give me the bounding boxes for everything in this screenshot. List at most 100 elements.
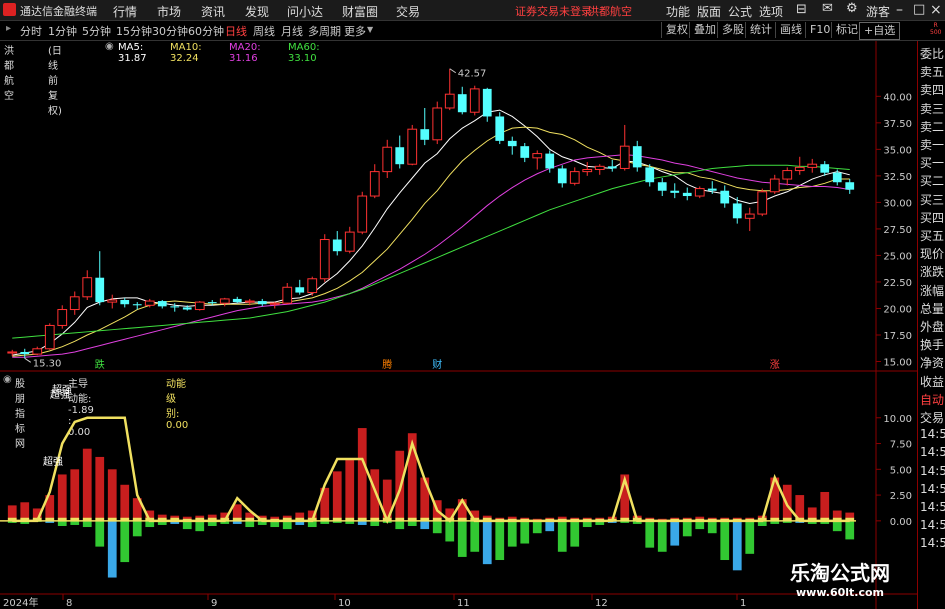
momentum-bar-red [357,428,367,521]
momentum-bar-green [570,520,580,547]
momentum-bar-green [57,520,67,526]
side-panel-label: 外盘 [920,320,945,334]
watermark-text: 乐淘公式网 [790,561,890,585]
candle-body [469,88,480,113]
stock-chart[interactable]: 40.00 37.50 35.00 32.50 30.00 27.50 25.00 22.50… [0,0,945,609]
side-panel-label: 涨跌 [920,265,945,280]
x-tick-label: 9 [211,598,217,609]
candle-body [32,348,43,355]
momentum-bar-green [395,520,405,530]
high-price-label: 42.57 [458,69,487,80]
candle-body [395,147,405,165]
candle-body [607,166,617,169]
y-tick-label: 17.50 [883,331,912,342]
candle-body [282,286,293,304]
side-panel-label[interactable]: 14:56 [920,536,945,550]
candle-body [82,277,93,298]
candle-body [720,190,730,204]
momentum-bar-red [107,469,117,521]
momentum-bar-red [120,484,130,521]
momentum-bar-red [345,459,355,521]
side-panel-label[interactable]: 14:56 [920,482,945,496]
quote-side-panel: 委比 卖五 卖四 卖三 卖二 卖一 买一 买二 买三 买四 买五 现价 涨跌 涨幅 总量 外盘 换手 净资 收益 自动… [917,41,945,609]
candle-body [645,167,655,183]
side-panel-label[interactable]: 14:56 [920,500,945,514]
ma20-line [12,154,850,358]
side-panel-label[interactable]: 14:56 [920,518,945,532]
candle-body [782,170,793,180]
candle-body [157,301,167,307]
side-panel-label[interactable]: 14:56 [920,445,945,459]
candle-body [482,88,492,117]
candle-body [295,287,305,293]
side-panel-label: 买二 [920,174,945,189]
candle-body [532,153,543,159]
momentum-bar-green [82,520,92,528]
momentum-bar-green [457,520,467,557]
candle-body [244,300,255,303]
candle-body [57,309,68,326]
y-tick-label: 5.00 [890,465,912,476]
y-tick-label: 27.50 [883,225,912,236]
candle-body [257,301,267,305]
candle-body [657,182,667,191]
y-tick-label: 37.50 [883,119,912,130]
x-tick-label: 10 [338,598,351,609]
candle-body [495,116,505,141]
candle-body [357,195,368,233]
side-panel-label[interactable]: 自动 [920,391,945,408]
side-panel-label[interactable]: 交易 [920,409,945,426]
candle-body [769,178,780,193]
side-panel-label: 收益 [920,374,945,389]
side-panel-label: 涨幅 [920,283,945,298]
candle-body [332,239,342,252]
side-panel-label: 净资 [920,356,945,371]
y-tick-label: 0.00 [890,517,912,528]
momentum-bar-green [495,520,505,561]
y-tick-label: 40.00 [883,92,912,103]
side-panel-label[interactable]: 14:56 [920,464,945,478]
momentum-bar-green [470,520,480,552]
candle-body [557,168,567,184]
candle-body [757,191,768,215]
candle-body [507,140,517,147]
candle-body [182,307,192,310]
candle-body [670,190,680,193]
candle-body [344,231,355,252]
side-panel-label: 委比 [920,47,945,61]
side-panel-label: 总量 [920,301,945,316]
momentum-bar-green [195,520,205,532]
candle-body [207,302,217,304]
candle-body [807,163,818,168]
candle-body [694,188,705,197]
candle-body [520,146,530,158]
candle-body [707,188,717,191]
event-marker: 涨 [770,359,780,371]
candle-body [20,351,30,355]
momentum-bar-green [682,520,692,537]
momentum-bar-green [95,520,105,547]
side-panel-label: 换手 [920,338,945,353]
candle-body [682,192,692,197]
strength-label: 超强 [52,383,72,396]
momentum-bar-red [95,456,105,521]
y-tick-label: 2.50 [890,491,912,502]
y-tick-label: 32.50 [883,172,912,183]
candle-body [44,324,55,350]
side-panel-label: 卖五 [920,65,945,80]
candle-body [732,203,742,219]
x-tick-label: 8 [66,598,72,609]
candle-body [307,278,318,294]
momentum-bar-green [720,520,730,561]
candle-body [582,169,593,173]
candle-body [144,300,155,306]
side-panel-label[interactable]: 14:56 [920,427,945,441]
candle-body [632,146,642,168]
strength-label: 超强 [43,455,63,468]
candle-body [319,239,330,280]
candle-body [170,306,180,308]
side-panel-label: 卖四 [920,83,945,98]
candle-body [407,128,418,165]
event-marker: 腾 [382,358,392,371]
low-pointer [24,357,32,363]
